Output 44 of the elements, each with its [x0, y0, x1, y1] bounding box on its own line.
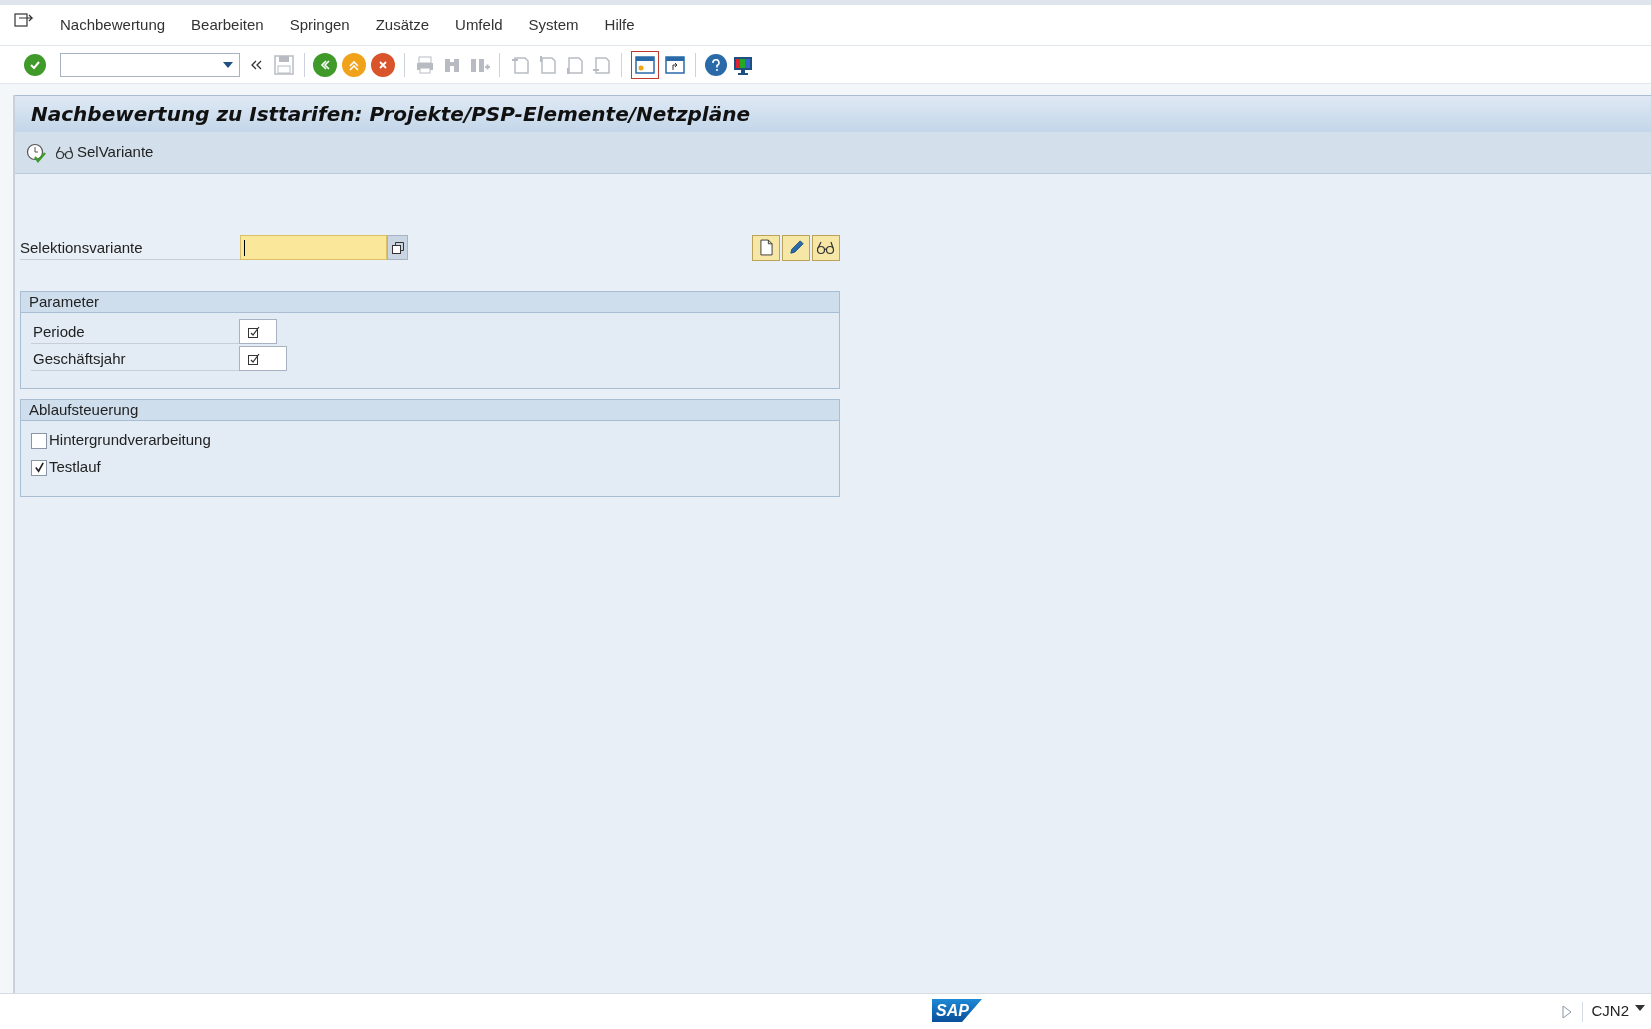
menu-item[interactable]: Nachbewertung	[60, 13, 166, 37]
glasses-icon	[816, 239, 836, 256]
help-icon[interactable]	[705, 53, 727, 76]
menu-item[interactable]: System	[528, 13, 579, 37]
execute-button[interactable]	[25, 141, 47, 164]
group-title: Parameter	[29, 291, 100, 312]
dropdown-caret-icon[interactable]	[1635, 1004, 1645, 1011]
menu-item[interactable]: Zusätze	[375, 13, 430, 37]
new-window-icon[interactable]	[631, 50, 659, 79]
menu-item[interactable]: Bearbeiten	[191, 13, 264, 37]
back-icon[interactable]	[313, 52, 337, 77]
input-field[interactable]	[239, 346, 287, 371]
checkbox[interactable]	[31, 432, 47, 449]
checkbox-label: Hintergrundverarbeitung	[49, 430, 211, 451]
checkbox[interactable]	[31, 459, 47, 476]
page-title: Nachbewertung zu Isttarifen: Projekte/PSP-Elemente/Netzpläne	[31, 101, 750, 128]
transaction-code: CJN2	[1591, 1001, 1629, 1022]
glasses-icon	[55, 144, 75, 161]
play-icon[interactable]	[1562, 1004, 1573, 1019]
menu-icon[interactable]	[14, 13, 34, 29]
copy-icon	[391, 241, 404, 254]
value-help-button[interactable]	[387, 235, 408, 260]
create-button[interactable]	[752, 234, 780, 261]
shortcut-window-icon[interactable]	[664, 53, 686, 76]
logo: SAP	[932, 999, 982, 1022]
edit-button[interactable]	[782, 234, 810, 261]
checkbox-label: Testlauf	[49, 457, 101, 478]
input-field[interactable]	[239, 319, 277, 344]
dropdown-caret-icon[interactable]	[223, 61, 233, 68]
document-icon	[759, 239, 773, 256]
input-field[interactable]	[240, 235, 387, 260]
menu-item[interactable]: Springen	[289, 13, 350, 37]
display-button[interactable]	[812, 234, 840, 261]
menu-item[interactable]: Umfeld	[455, 13, 503, 37]
pencil-icon	[787, 239, 805, 256]
cancel-icon[interactable]	[371, 52, 395, 77]
collapse-icon[interactable]	[250, 59, 262, 70]
field-label: Selektionsvariante	[20, 235, 240, 260]
selection-variant-button[interactable]: SelVariante	[55, 141, 154, 164]
menu-item[interactable]: Hilfe	[604, 13, 635, 37]
exit-icon[interactable]	[342, 52, 366, 77]
command-field[interactable]	[60, 52, 240, 77]
group-title: Ablaufsteuerung	[29, 399, 139, 420]
enter-icon[interactable]	[24, 53, 46, 76]
